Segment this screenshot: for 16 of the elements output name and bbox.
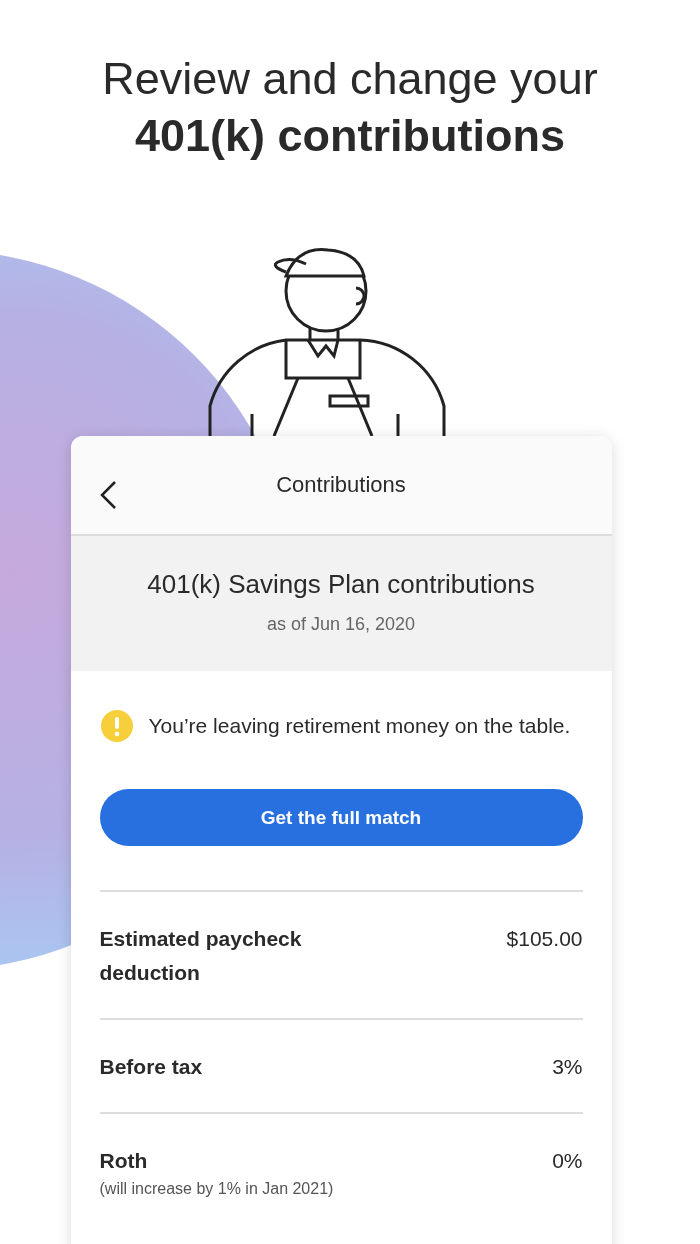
back-icon[interactable] — [98, 480, 117, 510]
full-match-button[interactable]: Get the full match — [99, 789, 583, 846]
row-value: 3% — [552, 1054, 583, 1080]
row-value: $105.00 — [506, 926, 583, 952]
plan-name: 401(k) Savings Plan contributions — [147, 569, 535, 600]
as-of-date: as of Jun 16, 2020 — [266, 614, 416, 635]
row-label: Roth — [99, 1148, 149, 1174]
headline: 401(k) contributions — [134, 110, 566, 161]
warning-icon — [99, 709, 134, 743]
row-label: Before tax — [99, 1054, 204, 1080]
alert-message: You’re leaving retirement money on the table. — [148, 713, 571, 739]
headline: Review and change your — [102, 53, 598, 104]
row-value: 0% — [552, 1148, 583, 1174]
row-label: Estimated paycheck deduction — [99, 926, 303, 986]
screen-title: Contributions — [276, 472, 406, 498]
row-note: (will increase by 1% in Jan 2021) — [99, 1180, 335, 1198]
